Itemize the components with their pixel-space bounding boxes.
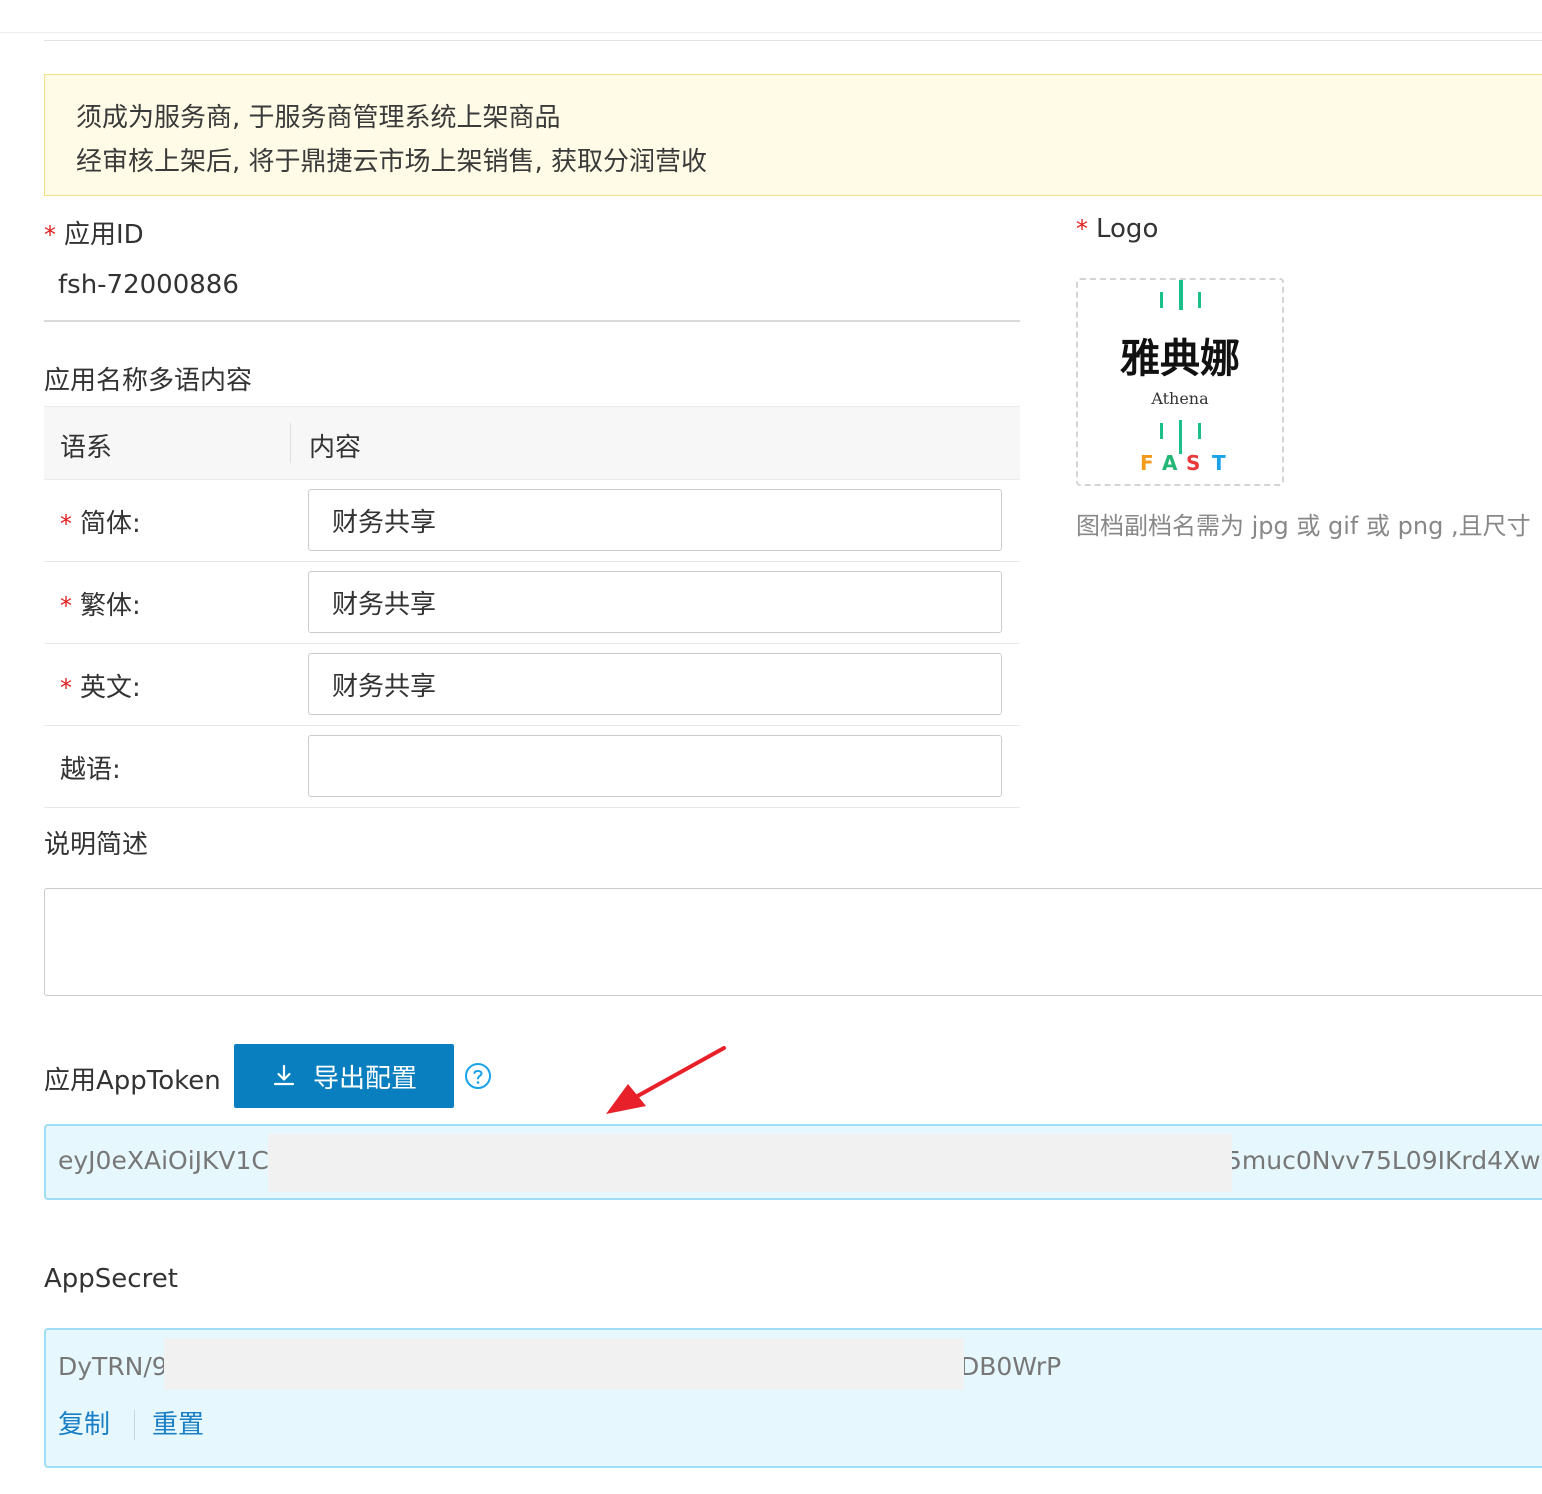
lang-label-text: 越语: xyxy=(60,755,121,785)
copy-secret-link[interactable]: 复制 xyxy=(58,1404,110,1441)
notice-line-2: 经审核上架后, 将于鼎捷云市场上架销售, 获取分润营收 xyxy=(76,147,708,177)
multilang-table-header: 语系 内容 xyxy=(44,406,1020,480)
reset-secret-link[interactable]: 重置 xyxy=(152,1404,204,1441)
export-config-button[interactable]: 导出配置 xyxy=(234,1044,454,1108)
description-textarea[interactable] xyxy=(44,888,1542,996)
multilang-section-label: 应用名称多语内容 xyxy=(44,366,253,396)
lang-label: 越语: xyxy=(60,749,121,786)
required-mark: * xyxy=(60,674,72,702)
app-token-label: 应用AppToken xyxy=(44,1066,221,1096)
required-mark: * xyxy=(1076,215,1088,243)
app-secret-prefix: DyTRN/9 xyxy=(58,1352,168,1381)
logo-label-wrap: * Logo xyxy=(1076,214,1158,244)
logo-letter-f: F xyxy=(1140,451,1154,475)
logo-bottom-bars-icon xyxy=(1160,420,1201,454)
athena-fast-logo: 雅典娜 Athena F A S T xyxy=(1120,280,1240,475)
logo-top-bars-icon xyxy=(1160,280,1201,310)
required-mark: * xyxy=(60,592,72,620)
logo-title: 雅典娜 xyxy=(1120,336,1240,382)
logo-label: Logo xyxy=(1096,214,1159,244)
col-lang-header: 语系 xyxy=(60,433,113,463)
app-id-underline xyxy=(44,320,1020,322)
annotation-arrow-icon xyxy=(606,1046,726,1114)
vietnamese-name-input[interactable] xyxy=(308,735,1002,797)
top-divider xyxy=(0,32,1542,33)
multilang-row-vietnamese: 越语: xyxy=(44,725,1020,808)
app-token-prefix: eyJ0eXAiOiJKV1C xyxy=(58,1146,269,1175)
logo-subtitle: Athena xyxy=(1150,389,1209,408)
required-mark: * xyxy=(44,221,56,249)
notice-banner: 须成为服务商, 于服务商管理系统上架商品 经审核上架后, 将于鼎捷云市场上架销售… xyxy=(44,74,1542,196)
traditional-name-input[interactable] xyxy=(308,571,1002,633)
redaction-mask xyxy=(268,1134,1232,1192)
simplified-name-input[interactable] xyxy=(308,489,1002,551)
col-content-header: 内容 xyxy=(309,433,362,463)
app-token-field[interactable]: eyJ0eXAiOiJKV1C 5muc0Nvv75L09IKrd4XwP xyxy=(44,1124,1542,1200)
app-id-value: fsh-72000886 xyxy=(58,270,239,300)
app-id-label: 应用ID xyxy=(64,220,144,250)
logo-letter-a: A xyxy=(1162,451,1178,475)
header-col-divider xyxy=(290,423,291,463)
lang-label: * 简体: xyxy=(60,503,141,540)
required-mark: * xyxy=(60,510,72,538)
lang-label: * 繁体: xyxy=(60,585,141,622)
description-label: 说明简述 xyxy=(44,830,149,860)
notice-line-1: 须成为服务商, 于服务商管理系统上架商品 xyxy=(76,103,561,133)
app-id-label-wrap: * 应用ID xyxy=(44,214,144,251)
logo-letter-t: T xyxy=(1212,451,1226,475)
link-divider xyxy=(134,1410,135,1440)
lang-label: * 英文: xyxy=(60,667,141,704)
export-config-label: 导出配置 xyxy=(312,1063,417,1094)
multilang-row-english: * 英文: xyxy=(44,643,1020,726)
app-token-suffix: 5muc0Nvv75L09IKrd4XwP xyxy=(1226,1146,1542,1175)
lang-label-text: 英文: xyxy=(80,673,141,703)
download-icon xyxy=(273,1064,295,1086)
multilang-row-simplified: * 简体: xyxy=(44,479,1020,562)
lang-label-text: 繁体: xyxy=(80,591,141,621)
logo-upload[interactable]: 雅典娜 Athena F A S T xyxy=(1076,278,1284,486)
redaction-mask xyxy=(164,1338,964,1390)
app-secret-label: AppSecret xyxy=(44,1264,178,1294)
app-secret-suffix: DB0WrP xyxy=(960,1352,1062,1381)
lang-label-text: 简体: xyxy=(80,509,141,539)
multilang-row-traditional: * 繁体: xyxy=(44,561,1020,644)
app-secret-field: DyTRN/9 DB0WrP 复制 重置 xyxy=(44,1328,1542,1468)
logo-format-hint: 图档副档名需为 jpg 或 gif 或 png ,且尺寸 xyxy=(1076,512,1531,540)
section-divider xyxy=(44,40,1542,41)
help-circle-icon[interactable] xyxy=(464,1062,492,1090)
english-name-input[interactable] xyxy=(308,653,1002,715)
logo-letter-s: S xyxy=(1186,451,1200,475)
